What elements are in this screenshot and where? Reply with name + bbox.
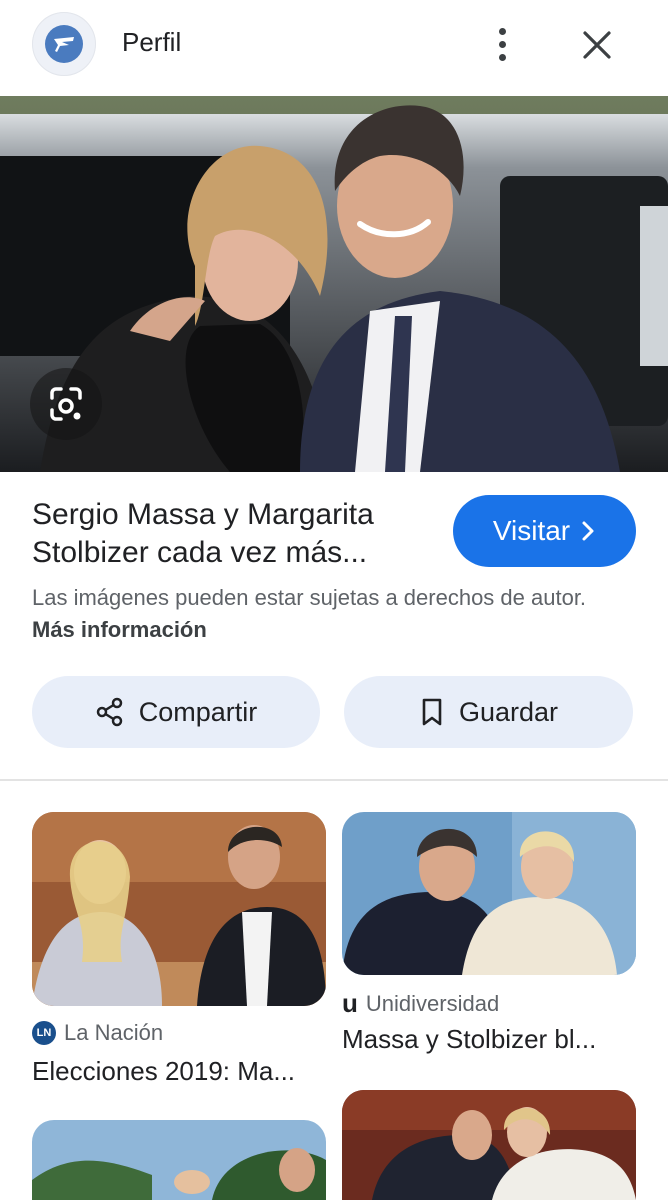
share-label: Compartir [138, 696, 258, 727]
source-name: La Nación [64, 1020, 164, 1045]
chevron-right-icon [582, 521, 594, 541]
save-button[interactable]: Guardar [344, 676, 633, 748]
copyright-notice: Las imágenes pueden estar sujetas a dere… [32, 582, 622, 646]
visit-button-label: Visitar [492, 515, 571, 546]
related-caption-1[interactable]: Elecciones 2019: Ma... [32, 1056, 295, 1087]
result-title: Sergio Massa y Margarita Stolbizer cada … [32, 496, 432, 572]
bookmark-icon [422, 698, 442, 726]
close-icon[interactable] [578, 26, 616, 64]
share-icon [96, 697, 122, 727]
more-info-link[interactable]: Más información [32, 617, 207, 642]
source-name: Unidiversidad [365, 990, 500, 1016]
source-la-nacion[interactable]: LN La Nación [32, 1020, 163, 1046]
source-unidiversidad[interactable]: u Unidiversidad [342, 988, 499, 1019]
divider [0, 779, 668, 781]
related-image-3[interactable] [32, 1120, 326, 1200]
save-label: Guardar [458, 696, 559, 727]
result-title-line-1: Sergio Massa y Margarita [32, 498, 374, 531]
google-lens-icon[interactable] [30, 368, 102, 440]
page-title: Perfil [122, 27, 182, 57]
share-button[interactable]: Compartir [32, 676, 320, 748]
la-nacion-logo-icon: LN [32, 1021, 56, 1045]
related-caption-2[interactable]: Massa y Stolbizer bl... [342, 1024, 596, 1055]
result-title-line-2: Stolbizer cada vez más... [32, 536, 368, 569]
unidiversidad-logo-icon: u [342, 988, 358, 1018]
top-bar: Perfil [0, 0, 668, 96]
visit-button[interactable]: Visitar [453, 495, 636, 567]
related-image-2[interactable] [342, 812, 636, 975]
related-image-4[interactable] [342, 1090, 636, 1200]
copyright-text: Las imágenes pueden estar sujetas a dere… [32, 585, 587, 610]
more-vert-icon[interactable] [486, 24, 520, 64]
related-image-1[interactable] [32, 812, 326, 1006]
perfil-logo-icon[interactable] [32, 12, 96, 76]
